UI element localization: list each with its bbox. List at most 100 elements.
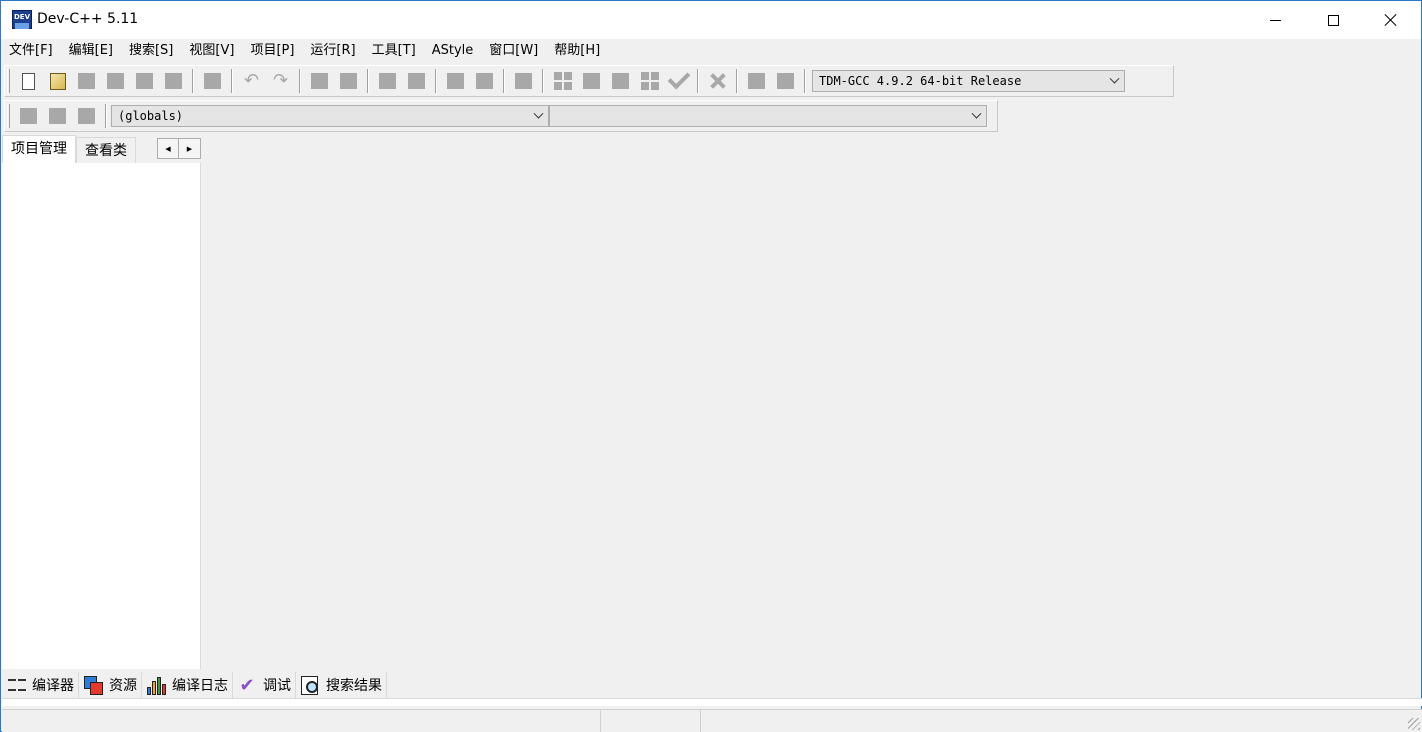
tab-compile-log[interactable]: 编译日志 (142, 672, 233, 698)
scope-select[interactable]: (globals) (111, 105, 549, 127)
indent-button[interactable] (376, 69, 400, 93)
toolbar-separator (435, 69, 437, 93)
tab-search-results[interactable]: 搜索结果 (296, 672, 387, 698)
debug-check-icon: ✔ (239, 674, 255, 696)
save-all-button[interactable] (104, 69, 128, 93)
status-pane-mode (601, 710, 701, 732)
status-pane-info (701, 710, 1422, 732)
toolbar-grip[interactable] (7, 69, 10, 93)
replace-button[interactable] (337, 69, 361, 93)
tab-search-results-label: 搜索结果 (326, 678, 382, 694)
add-to-project-button[interactable] (473, 69, 497, 93)
close-file-button[interactable] (133, 69, 157, 93)
tab-scroll-left-button[interactable]: ◀ (157, 138, 179, 159)
toolbar-separator (503, 69, 505, 93)
profile-button[interactable] (774, 69, 798, 93)
tab-resources-label: 资源 (109, 678, 137, 694)
add-to-project-icon (476, 73, 493, 89)
toolbar-separator (542, 69, 544, 93)
tab-project-manager[interactable]: 项目管理 (2, 135, 76, 163)
project-tree-panel[interactable] (2, 163, 201, 669)
replace-icon (340, 73, 357, 89)
rebuild-all-button[interactable] (638, 69, 662, 93)
tab-compile-log-label: 编译日志 (172, 678, 228, 694)
toolbar-grip[interactable] (7, 104, 10, 128)
close-button[interactable] (1362, 1, 1420, 39)
menu-project[interactable]: 项目[P] (244, 39, 300, 63)
run-button[interactable] (580, 69, 604, 93)
resize-grip-icon[interactable] (1408, 718, 1420, 730)
tab-debug[interactable]: ✔ 调试 (233, 672, 296, 698)
open-file-icon (49, 72, 66, 90)
title-bar[interactable]: DEV Dev-C++ 5.11 (1, 1, 1421, 39)
member-select[interactable] (549, 105, 987, 127)
tab-compiler-label: 编译器 (32, 678, 74, 694)
project-options-icon (515, 73, 532, 89)
menu-bar: 文件[F] 编辑[E] 搜索[S] 视图[V] 项目[P] 运行[R] 工具[T… (1, 39, 1421, 63)
compiler-select[interactable]: TDM-GCC 4.9.2 64-bit Release (812, 70, 1125, 92)
redo-button[interactable]: ↷ (269, 69, 293, 93)
compiler-icon (8, 676, 26, 694)
menu-view[interactable]: 视图[V] (183, 39, 240, 63)
find-button[interactable] (308, 69, 332, 93)
tab-class-browser[interactable]: 查看类 (76, 137, 136, 163)
menu-search[interactable]: 搜索[S] (123, 39, 179, 63)
tab-debug-label: 调试 (263, 678, 291, 694)
menu-file[interactable]: 文件[F] (3, 39, 59, 63)
new-project-button[interactable] (444, 69, 468, 93)
toolbar-separator (367, 69, 369, 93)
menu-window[interactable]: 窗口[W] (483, 39, 544, 63)
indent-icon (379, 73, 396, 89)
project-options-button[interactable] (512, 69, 536, 93)
editor-area[interactable] (202, 135, 1421, 669)
minimize-icon (1269, 19, 1281, 21)
tab-scroll-right-button[interactable]: ▶ (179, 138, 201, 159)
chevron-down-icon[interactable] (966, 106, 986, 126)
maximize-button[interactable] (1304, 1, 1362, 39)
new-file-button[interactable] (17, 69, 41, 93)
check-icon (667, 66, 690, 90)
caret-right-icon: ▶ (186, 144, 193, 153)
goto-bookmark-button[interactable] (75, 104, 99, 128)
redo-icon: ↷ (272, 70, 289, 91)
save-button[interactable] (75, 69, 99, 93)
window-title: Dev-C++ 5.11 (37, 11, 139, 27)
syntax-check-button[interactable] (667, 66, 691, 93)
bookmark-icon (49, 108, 66, 124)
undo-button[interactable]: ↶ (240, 69, 264, 93)
close-all-button[interactable] (162, 69, 186, 93)
toolbar-separator (697, 69, 699, 93)
minimize-button[interactable] (1246, 1, 1304, 39)
menu-edit[interactable]: 编辑[E] (63, 39, 119, 63)
left-panel-tabs: 项目管理 查看类 (2, 135, 136, 163)
insert-button[interactable] (17, 104, 41, 128)
search-results-icon (300, 675, 320, 695)
chevron-down-icon[interactable] (528, 106, 548, 126)
stop-execution-button[interactable] (706, 69, 730, 93)
menu-astyle[interactable]: AStyle (426, 39, 480, 63)
devcpp-app-icon[interactable]: DEV (12, 10, 32, 29)
menu-tools[interactable]: 工具[T] (366, 39, 422, 63)
menu-help[interactable]: 帮助[H] (548, 39, 606, 63)
toolbar-separator (192, 69, 194, 93)
save-icon (78, 73, 95, 89)
compile-button[interactable] (551, 69, 575, 93)
tab-resources[interactable]: 资源 (79, 672, 142, 698)
open-file-button[interactable] (46, 69, 70, 93)
unindent-button[interactable] (405, 69, 429, 93)
insert-icon (20, 108, 37, 124)
menu-run[interactable]: 运行[R] (304, 39, 361, 63)
tab-compiler[interactable]: 编译器 (4, 672, 79, 698)
debug-button[interactable] (745, 69, 769, 93)
compile-run-button[interactable] (609, 69, 633, 93)
goto-bookmark-icon (78, 108, 95, 124)
chevron-down-icon[interactable] (1104, 71, 1124, 91)
main-toolbar: ↶ ↷ TDM-GCC 4.9.2 64-bit Release (4, 65, 1174, 97)
class-toolbar: (globals) (4, 100, 998, 132)
toggle-bookmark-button[interactable] (46, 104, 70, 128)
tab-scroll-buttons: ◀ ▶ (157, 138, 201, 159)
print-button[interactable] (201, 69, 225, 93)
bottom-panel-strip[interactable] (2, 698, 1422, 706)
resources-icon (83, 675, 103, 695)
toolbar-separator (299, 69, 301, 93)
